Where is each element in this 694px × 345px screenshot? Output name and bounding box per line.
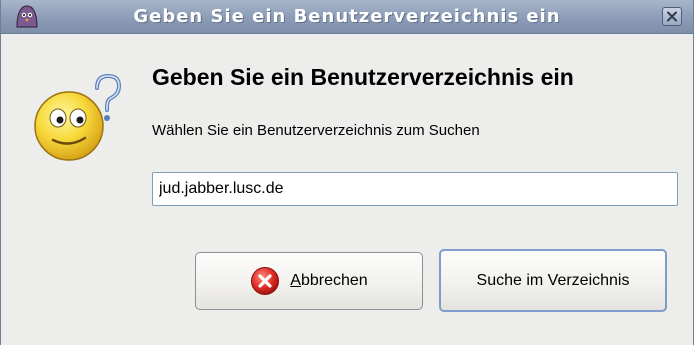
question-smiley-icon xyxy=(34,73,122,161)
dialog-description: Wählen Sie ein Benutzerverzeichnis zum S… xyxy=(152,122,480,139)
pidgin-icon[interactable] xyxy=(13,3,41,29)
search-button-label: Suche im Verzeichnis xyxy=(476,271,630,289)
dialog-window: Geben Sie ein Benutzerverzeichnis ein Ge… xyxy=(0,0,694,345)
cancel-button-label: Abbrechen xyxy=(290,272,367,290)
window-title: Geben Sie ein Benutzerverzeichnis ein xyxy=(133,6,561,27)
cancel-icon xyxy=(251,267,280,295)
directory-input[interactable] xyxy=(152,172,678,206)
title-bar[interactable]: Geben Sie ein Benutzerverzeichnis ein xyxy=(1,0,693,34)
search-directory-button[interactable]: Suche im Verzeichnis xyxy=(439,249,667,312)
close-button[interactable] xyxy=(662,7,682,26)
cancel-mnemonic: A xyxy=(290,272,301,289)
cancel-label-rest: bbrechen xyxy=(300,272,368,289)
close-icon xyxy=(667,11,677,22)
dialog-heading: Geben Sie ein Benutzerverzeichnis ein xyxy=(152,64,574,90)
cancel-button[interactable]: Abbrechen xyxy=(195,252,423,310)
